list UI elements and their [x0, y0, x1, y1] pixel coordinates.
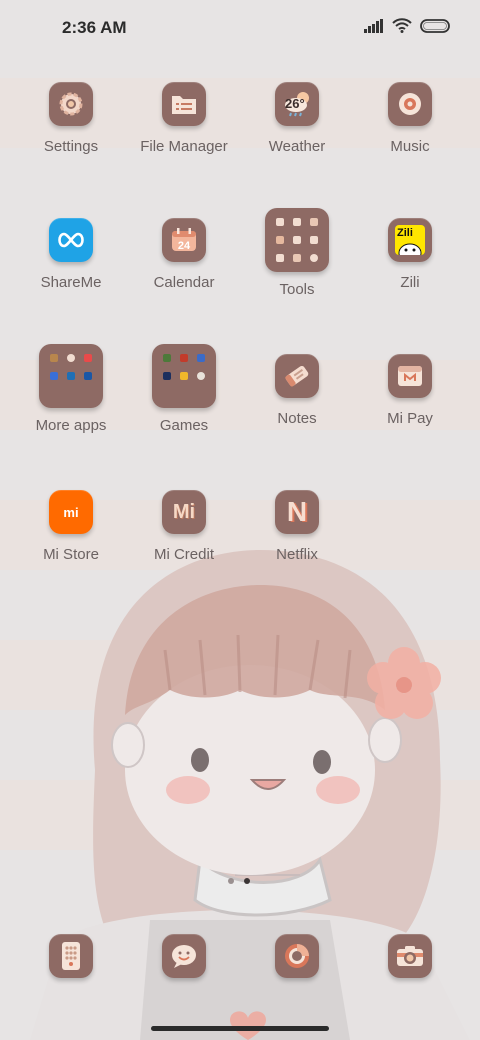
mini-app-icon [309, 236, 318, 244]
app-mi-credit[interactable]: Mi Mi Credit [129, 490, 239, 563]
folder-tools[interactable]: Tools [242, 208, 352, 298]
app-label: More apps [35, 417, 107, 434]
zili-icon: Zili [388, 218, 432, 262]
music-icon [388, 82, 432, 126]
app-label: Games [159, 417, 209, 434]
phone-dialer-icon [49, 934, 93, 978]
folder-icon [162, 82, 206, 126]
app-label: Settings [43, 138, 99, 155]
app-label: Mi Store [43, 546, 99, 563]
mi-credit-logo-text: Mi [172, 500, 196, 523]
mini-app-icon [309, 218, 318, 226]
app-shareme[interactable]: ShareMe [16, 218, 126, 291]
app-label: ShareMe [40, 274, 102, 291]
app-file-manager[interactable]: File Manager [129, 82, 239, 155]
netflix-logo-text: N [286, 496, 308, 527]
shareme-icon [49, 218, 93, 262]
mini-app-icon [66, 372, 75, 380]
mini-app-icon [83, 354, 92, 362]
camera-icon [388, 934, 432, 978]
app-notes[interactable]: Notes [242, 354, 352, 427]
mi-pay-icon [388, 354, 432, 398]
home-indicator[interactable] [151, 1026, 329, 1031]
mini-app-icon [179, 354, 188, 362]
dock-browser[interactable] [275, 934, 319, 978]
games-folder-icon [152, 344, 216, 408]
app-calendar[interactable]: 24 Calendar [129, 218, 239, 291]
mini-app-icon [276, 218, 285, 226]
app-label: Music [390, 138, 430, 155]
mini-app-icon [292, 254, 301, 262]
mi-credit-icon: Mi [162, 490, 206, 534]
app-label: Mi Pay [387, 410, 433, 427]
mini-app-icon [276, 236, 285, 244]
app-zili[interactable]: Zili Zili [355, 218, 465, 291]
battery-icon [420, 18, 450, 33]
mini-app-icon [309, 254, 318, 262]
app-label: Zili [400, 274, 420, 291]
more-apps-folder-icon [39, 344, 103, 408]
app-mi-store[interactable]: mi Mi Store [16, 490, 126, 563]
app-label: Tools [279, 281, 315, 298]
app-netflix[interactable]: N Netflix [242, 490, 352, 563]
netflix-icon: N [275, 490, 319, 534]
notes-icon [275, 354, 319, 398]
page-indicator[interactable] [228, 878, 250, 884]
signal-icon [364, 18, 383, 33]
mini-app-icon [276, 254, 285, 262]
app-music[interactable]: Music [355, 82, 465, 155]
mini-app-icon [292, 236, 301, 244]
tools-folder-icon [265, 208, 329, 272]
weather-icon: 26° [275, 82, 319, 126]
app-settings[interactable]: Settings [16, 82, 126, 155]
mini-app-icon [50, 372, 59, 380]
mini-app-icon [163, 372, 172, 380]
mini-app-icon [196, 372, 205, 380]
browser-icon [275, 934, 319, 978]
mi-store-icon: mi [49, 490, 93, 534]
app-label: File Manager [140, 138, 228, 155]
status-time: 2:36 AM [62, 18, 127, 37]
calendar-date-badge: 24 [177, 240, 191, 252]
mini-app-icon [292, 218, 301, 226]
mini-app-icon [163, 354, 172, 362]
mini-app-icon [50, 354, 59, 362]
mi-store-logo-text: mi [63, 504, 79, 520]
app-label: Notes [277, 410, 317, 427]
mini-app-icon [66, 354, 75, 362]
app-label: Calendar [153, 274, 215, 291]
calendar-icon: 24 [162, 218, 206, 262]
app-label: Weather [268, 138, 326, 155]
gear-icon [49, 82, 93, 126]
page-dot-active[interactable] [244, 878, 250, 884]
status-icons [364, 18, 452, 33]
page-dot[interactable] [228, 878, 234, 884]
wifi-icon [392, 18, 412, 33]
messages-icon [162, 934, 206, 978]
mini-app-icon [179, 372, 188, 380]
weather-temperature-badge: 26° [285, 96, 305, 111]
dock-phone[interactable] [49, 934, 93, 978]
app-weather[interactable]: 26° Weather [242, 82, 352, 155]
folder-games[interactable]: Games [129, 344, 239, 434]
app-mi-pay[interactable]: Mi Pay [355, 354, 465, 427]
dock-messages[interactable] [162, 934, 206, 978]
app-label: Mi Credit [153, 546, 214, 563]
status-bar: 2:36 AM [0, 0, 480, 56]
folder-more-apps[interactable]: More apps [16, 344, 126, 434]
app-label: Netflix [276, 546, 318, 563]
dock-camera[interactable] [388, 934, 432, 978]
mini-app-icon [196, 354, 205, 362]
mini-app-icon [83, 372, 92, 380]
